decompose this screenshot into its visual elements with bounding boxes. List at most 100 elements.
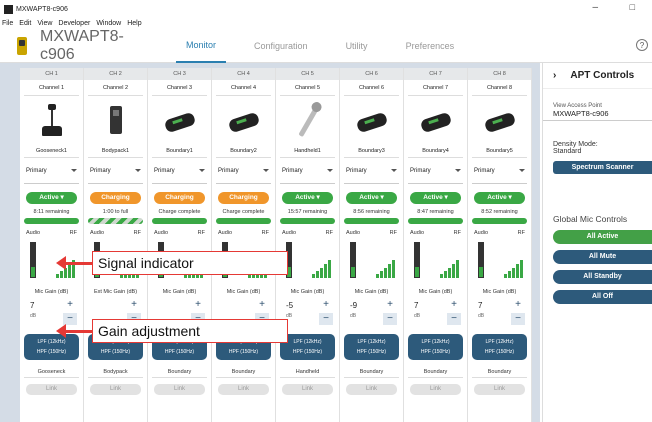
link-button[interactable]: Link	[346, 384, 397, 395]
link-button[interactable]: Link	[474, 384, 525, 395]
status-badge[interactable]: Active ▾	[474, 192, 525, 204]
gain-value[interactable]: -5	[286, 301, 293, 310]
channel-strip: CH 3 Channel 3 Boundary1 Primary Chargin…	[148, 68, 212, 422]
gain-unit: dB	[414, 313, 421, 319]
rf-meter	[376, 260, 395, 278]
gain-plus-button[interactable]: +	[447, 299, 461, 311]
tab-configuration[interactable]: Configuration	[244, 29, 318, 63]
channel-number: CH 3	[148, 68, 211, 80]
status-badge[interactable]: Active ▾	[26, 192, 77, 204]
menu-file[interactable]: File	[2, 20, 13, 27]
gain-label: Mic Gain (dB)	[34, 289, 69, 295]
status-badge[interactable]: Active ▾	[282, 192, 333, 204]
status-badge[interactable]: Charging	[90, 192, 141, 204]
device-name: Bodypack1	[88, 144, 143, 158]
gain-plus-button[interactable]: +	[255, 299, 269, 311]
mode-value: Primary	[410, 167, 431, 174]
rf-label: RF	[69, 230, 77, 236]
tab-monitor[interactable]: Monitor	[176, 29, 227, 63]
tab-preferences[interactable]: Preferences	[396, 29, 465, 63]
gain-label: Mic Gain (dB)	[354, 289, 389, 295]
rf-label: RF	[197, 230, 205, 236]
access-point-select[interactable]: MXWAPT8-c906	[543, 109, 652, 121]
mode-select[interactable]: Primary	[24, 158, 79, 184]
gain-value[interactable]: -9	[350, 301, 357, 310]
link-button[interactable]: Link	[26, 384, 77, 395]
menu-developer[interactable]: Developer	[58, 20, 90, 27]
gain-plus-button[interactable]: +	[383, 299, 397, 311]
link-button[interactable]: Link	[282, 384, 333, 395]
status-badge[interactable]: Active ▾	[410, 192, 461, 204]
device-family: Boundary	[216, 366, 271, 378]
filter-button[interactable]: LPF (12kHz) HPF (150Hz)	[408, 334, 463, 360]
gain-control: -9 dB + −	[340, 298, 403, 326]
filter-button[interactable]: LPF (12kHz) HPF (150Hz)	[280, 334, 335, 360]
link-button[interactable]: Link	[410, 384, 461, 395]
rf-label: RF	[325, 230, 333, 236]
battery-remaining: 8:56 remaining	[353, 209, 390, 215]
global-all-mute-button[interactable]: All Mute	[553, 250, 652, 264]
hpf-label: HPF (150Hz)	[228, 349, 259, 355]
chevron-right-icon[interactable]: ›	[553, 70, 556, 81]
gain-unit: dB	[478, 313, 485, 319]
mode-select[interactable]: Primary	[216, 158, 271, 184]
tab-utility[interactable]: Utility	[336, 29, 378, 63]
global-all-off-button[interactable]: All Off	[553, 290, 652, 304]
battery-bar	[280, 218, 335, 224]
mode-select[interactable]: Primary	[280, 158, 335, 184]
link-button[interactable]: Link	[218, 384, 269, 395]
gain-plus-button[interactable]: +	[511, 299, 525, 311]
gain-value[interactable]: 7	[478, 301, 482, 310]
mode-select[interactable]: Primary	[408, 158, 463, 184]
gain-value[interactable]: 7	[30, 301, 34, 310]
mode-value: Primary	[474, 167, 495, 174]
battery-bar	[408, 218, 463, 224]
channel-number: CH 5	[276, 68, 339, 80]
minimize-button[interactable]: –	[592, 2, 598, 13]
filter-button[interactable]: LPF (12kHz) HPF (150Hz)	[24, 334, 79, 360]
maximize-button[interactable]: □	[630, 2, 635, 12]
gain-plus-button[interactable]: +	[191, 299, 205, 311]
rf-meter	[312, 260, 331, 278]
hpf-label: HPF (150Hz)	[164, 349, 195, 355]
menu-edit[interactable]: Edit	[19, 20, 31, 27]
gain-plus-button[interactable]: +	[319, 299, 333, 311]
rf-meter	[504, 260, 523, 278]
device-icon	[14, 36, 32, 56]
menu-window[interactable]: Window	[96, 20, 121, 27]
gain-minus-button[interactable]: −	[383, 313, 397, 325]
mode-select[interactable]: Primary	[88, 158, 143, 184]
menu-help[interactable]: Help	[127, 20, 141, 27]
signal-meters: Audio RF	[404, 230, 467, 286]
chevron-down-icon	[199, 169, 205, 172]
filter-button[interactable]: LPF (12kHz) HPF (150Hz)	[472, 334, 527, 360]
global-all-active-button[interactable]: All Active	[553, 230, 652, 244]
signal-arrow	[56, 256, 92, 270]
channel-strip: CH 7 Channel 7 Boundary4 Primary Active …	[404, 68, 468, 422]
gain-plus-button[interactable]: +	[63, 299, 77, 311]
filter-button[interactable]: LPF (12kHz) HPF (150Hz)	[344, 334, 399, 360]
gain-label: Mic Gain (dB)	[226, 289, 261, 295]
status-badge[interactable]: Charging	[218, 192, 269, 204]
link-button[interactable]: Link	[154, 384, 205, 395]
channel-name: Channel 7	[408, 80, 463, 96]
gain-value[interactable]: 7	[414, 301, 418, 310]
status-badge[interactable]: Charging	[154, 192, 205, 204]
mode-select[interactable]: Primary	[344, 158, 399, 184]
gain-plus-button[interactable]: +	[127, 299, 141, 311]
help-icon[interactable]: ?	[636, 39, 648, 51]
app-icon	[4, 4, 13, 14]
global-all-standby-button[interactable]: All Standby	[553, 270, 652, 284]
gain-minus-button[interactable]: −	[511, 313, 525, 325]
status-badge[interactable]: Active ▾	[346, 192, 397, 204]
gain-minus-button[interactable]: −	[319, 313, 333, 325]
channel-number: CH 7	[404, 68, 467, 80]
mode-select[interactable]: Primary	[472, 158, 527, 184]
menu-view[interactable]: View	[37, 20, 52, 27]
spectrum-scanner-button[interactable]: Spectrum Scanner	[553, 161, 652, 174]
mode-value: Primary	[218, 167, 239, 174]
gain-minus-button[interactable]: −	[447, 313, 461, 325]
mode-select[interactable]: Primary	[152, 158, 207, 184]
link-button[interactable]: Link	[90, 384, 141, 395]
channel-name: Channel 5	[280, 80, 335, 96]
